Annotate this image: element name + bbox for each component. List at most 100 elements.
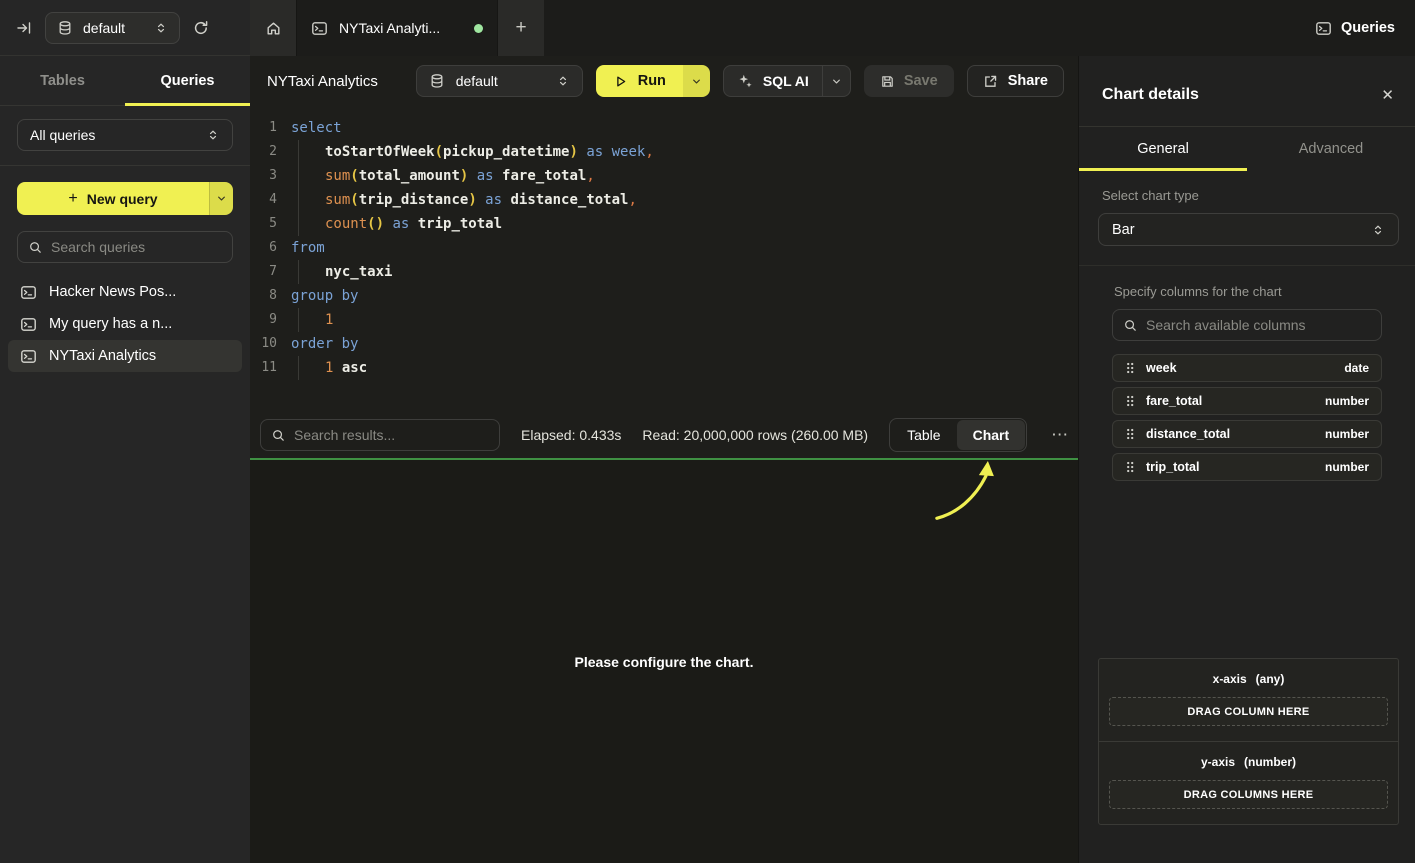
- editor-header-controls: default Run SQL AI: [416, 65, 1064, 97]
- columns-search-input[interactable]: [1146, 317, 1371, 333]
- query-filter-select[interactable]: All queries: [17, 119, 233, 151]
- header-database-selector[interactable]: default: [416, 65, 583, 97]
- code-token: 1: [325, 356, 333, 380]
- query-list-item-selected[interactable]: NYTaxi Analytics: [8, 340, 242, 372]
- query-list-item[interactable]: Hacker News Pos...: [8, 276, 242, 308]
- x-axis-drop-zone[interactable]: DRAG COLUMN HERE: [1109, 697, 1388, 726]
- code-line: 91: [250, 308, 1078, 332]
- save-label: Save: [904, 73, 938, 89]
- run-button[interactable]: Run: [596, 65, 683, 97]
- results-toolbar: Elapsed: 0.433s Read: 20,000,000 rows (2…: [250, 412, 1078, 458]
- sql-ai-button[interactable]: SQL AI: [723, 65, 851, 97]
- refresh-icon[interactable]: [193, 20, 209, 36]
- select-updown-icon: [1371, 223, 1385, 237]
- code-token: ): [468, 188, 476, 212]
- column-chip-week[interactable]: week date: [1112, 354, 1382, 382]
- tab-label: NYTaxi Analyti...: [339, 20, 463, 36]
- search-icon: [28, 240, 43, 255]
- close-icon[interactable]: ✕: [1381, 86, 1394, 104]
- code-token: total_amount: [359, 164, 460, 188]
- code-token: distance_total: [510, 188, 628, 212]
- sql-ai-dropdown-button[interactable]: [823, 75, 850, 88]
- panel-title: Chart details: [1102, 86, 1381, 104]
- column-name: fare_total: [1146, 394, 1202, 408]
- sidebar-tabs: Tables Queries: [0, 56, 250, 106]
- topbar-database-selector[interactable]: default: [45, 12, 180, 44]
- code-token: trip_total: [418, 212, 502, 236]
- column-type: date: [1344, 361, 1369, 375]
- more-options-button[interactable]: ⋯: [1048, 425, 1072, 445]
- chart-details-panel: Chart details ✕ General Advanced Select …: [1078, 56, 1415, 863]
- new-query-button[interactable]: + New query: [17, 182, 209, 215]
- column-name: distance_total: [1146, 427, 1230, 441]
- queries-button[interactable]: Queries: [1315, 20, 1395, 37]
- panel-tab-advanced[interactable]: Advanced: [1247, 127, 1415, 171]
- code-token: fare_total: [502, 164, 586, 188]
- run-dropdown-button[interactable]: [683, 65, 710, 97]
- y-axis-drop-label: DRAG COLUMNS HERE: [1184, 789, 1314, 801]
- database-icon: [429, 73, 445, 89]
- app-window: default NYTaxi Analyti... + Queries: [0, 0, 1415, 863]
- share-button[interactable]: Share: [967, 65, 1064, 97]
- search-icon: [271, 428, 286, 443]
- panel-body: Select chart type Bar Specify columns fo…: [1079, 171, 1415, 863]
- share-icon: [983, 74, 998, 89]
- code-token: ,: [586, 164, 594, 188]
- view-toggle-table[interactable]: Table: [891, 420, 956, 450]
- results-search-input[interactable]: [294, 427, 489, 443]
- new-tab-button[interactable]: +: [498, 0, 544, 56]
- panel-tabs: General Advanced: [1079, 126, 1415, 171]
- database-icon: [57, 20, 73, 36]
- table-toggle-label: Table: [907, 427, 940, 443]
- query-terminal-icon: [311, 20, 328, 37]
- code-token: (: [350, 188, 358, 212]
- y-axis-constraint: (number): [1244, 755, 1296, 769]
- drag-handle-icon: [1125, 460, 1135, 474]
- column-chip-fare-total[interactable]: fare_total number: [1112, 387, 1382, 415]
- indent-guide: [291, 188, 325, 212]
- code-token: toStartOfWeek: [325, 140, 435, 164]
- run-label: Run: [638, 73, 666, 89]
- query-terminal-icon: [20, 348, 37, 365]
- drag-handle-icon: [1125, 427, 1135, 441]
- view-toggle-chart[interactable]: Chart: [957, 420, 1026, 450]
- new-query-split-button: + New query: [17, 182, 233, 215]
- plus-icon: +: [68, 190, 77, 208]
- code-token: order by: [291, 332, 358, 356]
- panel-tab-general[interactable]: General: [1079, 127, 1247, 171]
- tab-nytaxi-analytics[interactable]: NYTaxi Analyti...: [296, 0, 498, 56]
- top-bar: default NYTaxi Analyti... + Queries: [0, 0, 1415, 56]
- indent-guide: [291, 260, 325, 284]
- sql-ai-label: SQL AI: [763, 73, 809, 89]
- code-token: sum: [325, 188, 350, 212]
- new-query-dropdown-button[interactable]: [209, 182, 233, 215]
- home-button[interactable]: [250, 0, 296, 56]
- queries-terminal-icon: [1315, 20, 1332, 37]
- line-number: 1: [250, 116, 291, 140]
- save-icon: [880, 74, 895, 89]
- sql-editor[interactable]: 1select2toStartOfWeek(pickup_datetime) a…: [250, 106, 1078, 412]
- results-search-box: [260, 419, 500, 451]
- query-list-item[interactable]: My query has a n...: [8, 308, 242, 340]
- y-axis-drop-zone[interactable]: DRAG COLUMNS HERE: [1109, 780, 1388, 809]
- column-chip-trip-total[interactable]: trip_total number: [1112, 453, 1382, 481]
- column-chip-distance-total[interactable]: distance_total number: [1112, 420, 1382, 448]
- code-token: group by: [291, 284, 358, 308]
- chart-type-select[interactable]: Bar: [1098, 213, 1399, 246]
- sidebar-tab-tables[interactable]: Tables: [0, 56, 125, 105]
- panel-spacer: [1079, 486, 1415, 658]
- y-axis-title: y-axis (number): [1109, 755, 1388, 769]
- sidebar-tab-queries[interactable]: Queries: [125, 56, 250, 105]
- query-terminal-icon: [20, 316, 37, 333]
- x-axis-drop-label: DRAG COLUMN HERE: [1187, 706, 1309, 718]
- line-number: 2: [250, 140, 291, 164]
- code-token: 1: [325, 308, 333, 332]
- query-search-input[interactable]: [51, 239, 222, 255]
- save-button[interactable]: Save: [864, 65, 954, 97]
- collapse-sidebar-icon[interactable]: [16, 20, 32, 36]
- code-line: 111 asc: [250, 356, 1078, 380]
- query-list: Hacker News Pos... My query has a n... N…: [0, 276, 250, 372]
- code-token: sum: [325, 164, 350, 188]
- y-axis-name: y-axis: [1201, 755, 1235, 769]
- columns-section: Specify columns for the chart week date …: [1079, 266, 1415, 486]
